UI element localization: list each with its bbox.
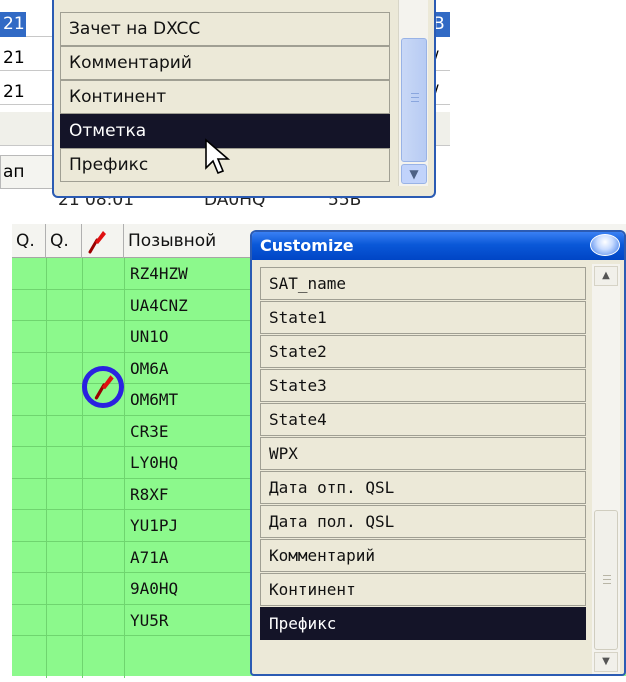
customize-item[interactable]: State4 [260, 403, 586, 436]
column-header-q2[interactable]: Q. [46, 224, 82, 258]
scrollbar-thumb[interactable] [401, 38, 427, 162]
callsign-cell: A71A [130, 547, 169, 567]
customize-item[interactable]: Континент [260, 573, 586, 606]
customize-item-selected[interactable]: Префикс [260, 607, 586, 640]
customize-item[interactable]: WPX [260, 437, 586, 470]
chevron-down-icon[interactable]: ▼ [594, 652, 618, 672]
column-header-mark[interactable] [82, 224, 124, 258]
mouse-cursor-icon [205, 138, 231, 175]
customize-item[interactable]: State1 [260, 301, 586, 334]
row-number: 21 [3, 82, 25, 102]
column-header-callsign[interactable]: Позывной [124, 224, 254, 258]
callsign-cell: YU5R [130, 610, 169, 630]
field-chooser-dropdown[interactable]: Зачет на DXCC Комментарий Континент Отме… [52, 0, 436, 198]
callsign-cell: YU1PJ [130, 516, 179, 535]
close-icon[interactable] [590, 234, 620, 256]
callsign-cell: RZ4HZW [130, 264, 188, 283]
customize-scrollbar[interactable]: ▲ ▼ [592, 264, 620, 674]
customize-item[interactable]: Комментарий [260, 539, 586, 572]
callsign-cell: OM6MT [130, 390, 179, 409]
column-header-q1[interactable]: Q. [12, 224, 46, 258]
dropdown-item[interactable]: Комментарий [60, 46, 390, 80]
top-panel: 21 B 21 / 21 / ап 21 08:01 DA0HQ 55B Зач… [0, 0, 450, 218]
dropdown-item[interactable]: Зачет на DXCC [60, 12, 390, 46]
column-header-partial[interactable]: ап [0, 155, 56, 189]
bottom-panel: Q. Q. Позывной RZ4HZW UA4CNZ UN1O OM6A O… [0, 224, 626, 682]
callsign-cell: R8XF [130, 484, 169, 504]
scrollbar-thumb[interactable] [594, 510, 618, 650]
chevron-up-icon[interactable]: ▲ [594, 266, 618, 286]
callsign-cell: LY0HQ [130, 453, 179, 472]
row-number: 21 [0, 12, 26, 37]
customize-item[interactable]: State2 [260, 335, 586, 368]
pin-icon [88, 231, 106, 254]
customize-item[interactable]: Дата отп. QSL [260, 471, 586, 504]
customize-item[interactable]: SAT_name [260, 267, 586, 300]
highlight-circle [82, 366, 124, 408]
callsign-cell: CR3E [130, 421, 169, 441]
callsign-cell: UA4CNZ [130, 295, 188, 315]
row-number: 21 [3, 48, 25, 68]
dropdown-item[interactable]: Континент [60, 80, 390, 114]
customize-item[interactable]: Дата пол. QSL [260, 505, 586, 538]
callsign-cell: OM6A [130, 358, 169, 378]
customize-title: Customize [260, 236, 354, 255]
chevron-down-icon[interactable]: ▼ [401, 164, 427, 184]
customize-window[interactable]: Customize SAT_name State1 State2 State3 … [250, 230, 626, 676]
customize-item[interactable]: State3 [260, 369, 586, 402]
callsign-cell: UN1O [130, 327, 169, 346]
dropdown-scrollbar[interactable]: ▼ [398, 0, 428, 186]
customize-titlebar[interactable]: Customize [252, 232, 624, 260]
callsign-cell: 9A0HQ [130, 579, 179, 598]
